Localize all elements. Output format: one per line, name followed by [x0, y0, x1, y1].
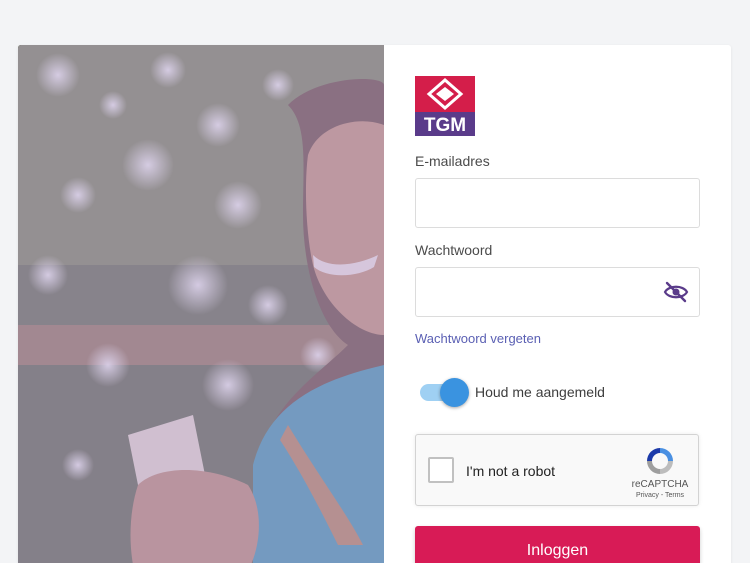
eye-slash-icon[interactable] [663, 281, 689, 303]
tgm-logo: TGM [415, 76, 475, 136]
hero-photo [18, 45, 384, 563]
remember-me-label: Houd me aangemeld [475, 384, 605, 400]
recaptcha-checkbox[interactable] [428, 457, 454, 483]
forgot-password-link[interactable]: Wachtwoord vergeten [415, 331, 541, 346]
recaptcha-label: I'm not a robot [466, 463, 556, 479]
recaptcha-terms-link[interactable]: Privacy - Terms [624, 492, 696, 499]
recaptcha-brand: reCAPTCHA [631, 479, 689, 490]
recaptcha-icon [647, 448, 673, 474]
logo-text: TGM [424, 115, 466, 136]
toggle-knob [440, 378, 469, 407]
login-button[interactable]: Inloggen [415, 526, 700, 563]
remember-me-toggle[interactable] [420, 378, 470, 407]
hero-image [18, 45, 384, 563]
login-card: TGM E-mailadres Wachtwoord Wachtwoord ve… [18, 45, 731, 563]
password-label: Wachtwoord [415, 242, 493, 258]
password-field[interactable] [415, 267, 700, 317]
recaptcha-widget: I'm not a robot reCAPTCHA Privacy - Term… [415, 434, 699, 506]
email-label: E-mailadres [415, 153, 490, 169]
email-field[interactable] [415, 178, 700, 228]
login-form: TGM E-mailadres Wachtwoord Wachtwoord ve… [415, 45, 701, 563]
